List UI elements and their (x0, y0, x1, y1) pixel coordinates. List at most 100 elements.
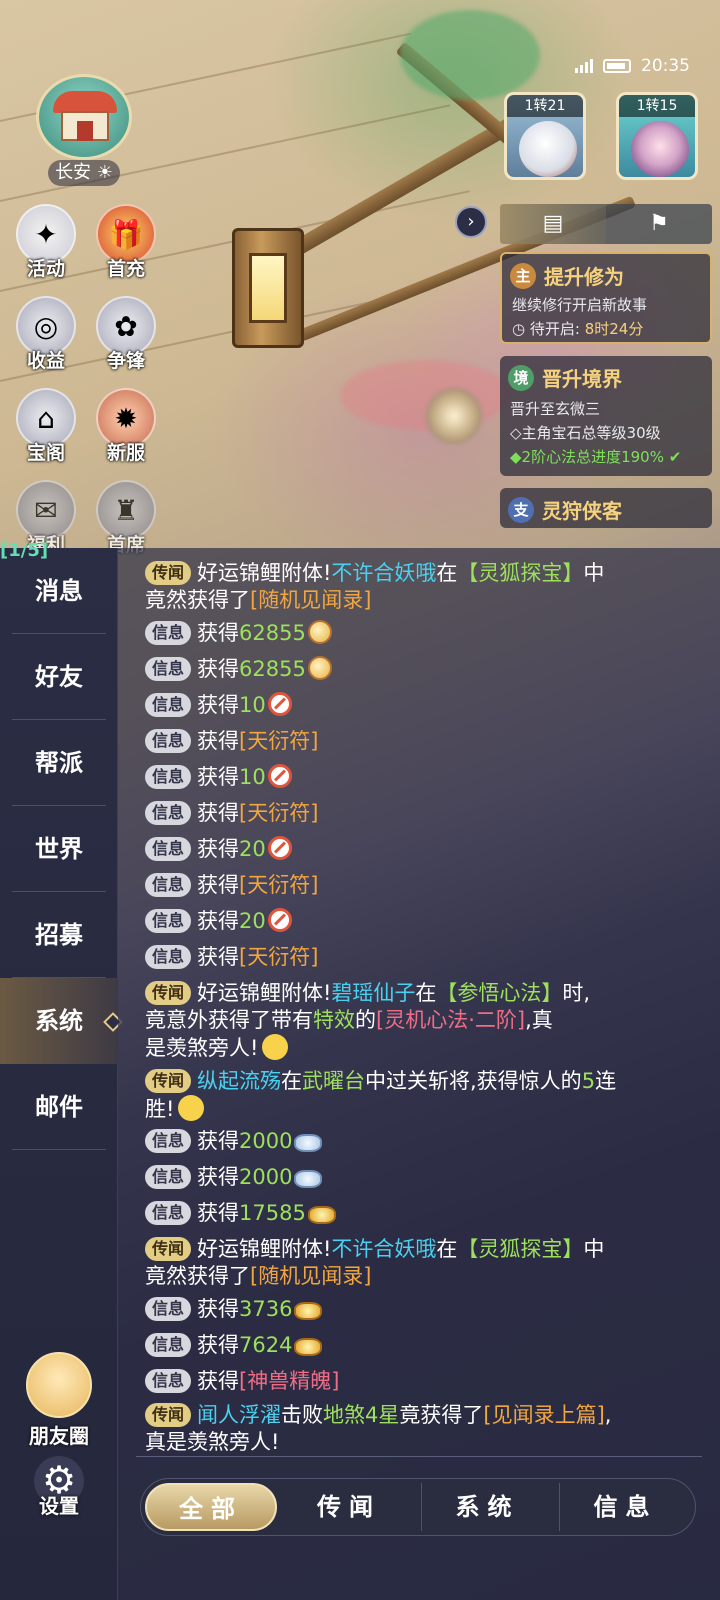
quest-desc: 继续修行开启新故事 (512, 296, 648, 314)
filter-rumor[interactable]: 传闻 (283, 1483, 415, 1531)
quest-title: 晋升境界 (542, 367, 622, 391)
menu-label-new-server: 新服 (106, 442, 145, 464)
info-badge: 信息 (145, 657, 191, 681)
info-badge: 信息 (145, 693, 191, 717)
menu-label-treasure: 宝阁 (26, 442, 65, 464)
chat-message: 信息 获得10 (145, 764, 685, 791)
info-badge: 信息 (145, 909, 191, 933)
info-badge: 信息 (145, 801, 191, 825)
pet-avatar (519, 121, 577, 177)
filter-system[interactable]: 系统 (421, 1483, 553, 1531)
chat-message: 信息 获得7624 (145, 1332, 685, 1359)
info-badge: 信息 (145, 765, 191, 789)
chat-message: 信息 获得[天衍符] (145, 872, 685, 899)
game-screen: 20:35 长安 ☀ ✦ 活动 🎁 首充 ◎ 收益 ✿ 争锋 ⌂ 宝阁 ✹ 新服… (0, 0, 720, 1600)
chat-message: 传闻 好运锦鲤附体!不许合妖哦在【灵狐探宝】中 竟然获得了[随机见闻录] (145, 1237, 605, 1288)
tab-guild[interactable]: 帮派 (0, 720, 118, 806)
partial-page-indicator: [1/5] (0, 540, 49, 561)
player-avatar (631, 121, 689, 177)
info-badge: 信息 (145, 1201, 191, 1225)
tab-system[interactable]: 系统 (0, 978, 118, 1064)
silver-ingot-icon (294, 1134, 323, 1152)
chat-message: 信息 获得10 (145, 692, 685, 719)
info-badge: 信息 (145, 729, 191, 753)
quest-title: 灵狩侠客 (542, 499, 622, 523)
quest-tag-main: 主 (510, 263, 536, 289)
rumor-badge: 传闻 (145, 1237, 191, 1261)
tab-mail[interactable]: 邮件 (0, 1064, 118, 1150)
info-badge: 信息 (145, 1129, 191, 1153)
info-badge: 信息 (145, 1165, 191, 1189)
pet-portrait[interactable]: 1转21 (504, 92, 586, 180)
quest-requirement: ◇主角宝石总等级30级 (510, 424, 661, 442)
token-icon (267, 836, 292, 860)
menu-label-contend: 争锋 (106, 350, 145, 372)
check-icon: ✔ (663, 448, 682, 466)
menu-label-activity: 活动 (26, 258, 65, 280)
flag-icon[interactable]: ⚑ (606, 204, 712, 244)
emoji-icon (178, 1095, 205, 1121)
quest-scroll-icon[interactable]: ▤ (500, 204, 606, 244)
chat-message: 信息 获得17585 (145, 1200, 685, 1227)
menu-label-first-recharge: 首充 (106, 258, 145, 280)
silver-ingot-icon (294, 1170, 323, 1188)
chat-message: 传闻 纵起流殇在武曜台中过关斩将,获得惊人的5连 胜! (145, 1069, 617, 1121)
quest-tabs: ▤ ⚑ (500, 204, 712, 244)
quest-title: 提升修为 (544, 265, 624, 289)
chat-message: 传闻 闻人浮濯击败地煞4星竟获得了[见闻录上篇], 真是羡煞旁人! (145, 1403, 612, 1454)
quest-collapse-button[interactable]: › (455, 206, 487, 238)
info-badge: 信息 (145, 837, 191, 861)
info-badge: 信息 (145, 621, 191, 645)
chat-message: 信息 获得3736 (145, 1296, 685, 1323)
token-icon (267, 692, 292, 716)
chat-message: 信息 获得[天衍符] (145, 800, 685, 827)
lantern-post (232, 228, 304, 348)
info-badge: 信息 (145, 1369, 191, 1393)
location-label[interactable]: 长安 ☀ (48, 160, 120, 186)
rumor-badge: 传闻 (145, 981, 191, 1005)
signal-icon (575, 59, 593, 73)
player-portrait[interactable]: 1转15 (616, 92, 698, 180)
tab-friends[interactable]: 好友 (0, 634, 118, 720)
next-quest-card[interactable]: 支 灵狩侠客 (500, 488, 712, 528)
chat-message: 信息 获得[神兽精魄] (145, 1368, 685, 1395)
chat-message: 信息 获得2000 (145, 1128, 685, 1155)
clock: 20:35 (641, 56, 690, 76)
info-badge: 信息 (145, 1297, 191, 1321)
chat-message: 信息 获得[天衍符] (145, 944, 685, 971)
quest-desc: 晋升至玄微三 (510, 400, 601, 418)
battery-icon (603, 59, 631, 73)
info-badge: 信息 (145, 1333, 191, 1357)
moments-icon[interactable] (26, 1352, 92, 1418)
moments-label[interactable]: 朋友圈 (0, 1420, 118, 1449)
crystal-orb (426, 388, 482, 444)
coin-bag-icon (307, 620, 332, 644)
status-bar: 20:35 (575, 56, 690, 76)
quest-timer: ◷ 待开启: 8时24分 (512, 320, 644, 338)
info-badge: 信息 (145, 873, 191, 897)
chat-filter-bar: 全部 传闻 系统 信息 (140, 1478, 696, 1536)
token-icon (267, 908, 292, 932)
filter-all[interactable]: 全部 (145, 1483, 277, 1531)
emoji-icon (262, 1034, 289, 1060)
chat-message: 信息 获得20 (145, 908, 685, 935)
menu-label-earnings: 收益 (26, 350, 65, 372)
tab-world[interactable]: 世界 (0, 806, 118, 892)
quest-tag-side: 支 (508, 497, 534, 523)
coin-bag-icon (307, 656, 332, 680)
info-badge: 信息 (145, 945, 191, 969)
city-map-icon[interactable] (36, 74, 132, 160)
chat-channel-sidebar: 消息 好友 帮派 世界 招募 系统 邮件 朋友圈 ⚙ 设置 (0, 548, 118, 1600)
main-quest-card[interactable]: 主 提升修为 继续修行开启新故事 ◷ 待开启: 8时24分 (500, 252, 712, 344)
rumor-badge: 传闻 (145, 1069, 191, 1093)
gold-ingot-icon (307, 1206, 336, 1224)
chat-message: 传闻 好运锦鲤附体!不许合妖哦在【灵狐探宝】中 竟然获得了[随机见闻录] (145, 561, 605, 612)
divider (136, 1456, 702, 1457)
quest-requirement: ◆2阶心法总进度190% ✔ (510, 448, 682, 466)
tab-recruit[interactable]: 招募 (0, 892, 118, 978)
quest-tag-realm: 境 (508, 365, 534, 391)
settings-label[interactable]: 设置 (0, 1490, 118, 1519)
realm-quest-card[interactable]: 境 晋升境界 晋升至玄微三 ◇主角宝石总等级30级 ◆2阶心法总进度190% ✔ (500, 356, 712, 476)
rumor-badge: 传闻 (145, 561, 191, 585)
filter-info[interactable]: 信息 (559, 1483, 691, 1531)
